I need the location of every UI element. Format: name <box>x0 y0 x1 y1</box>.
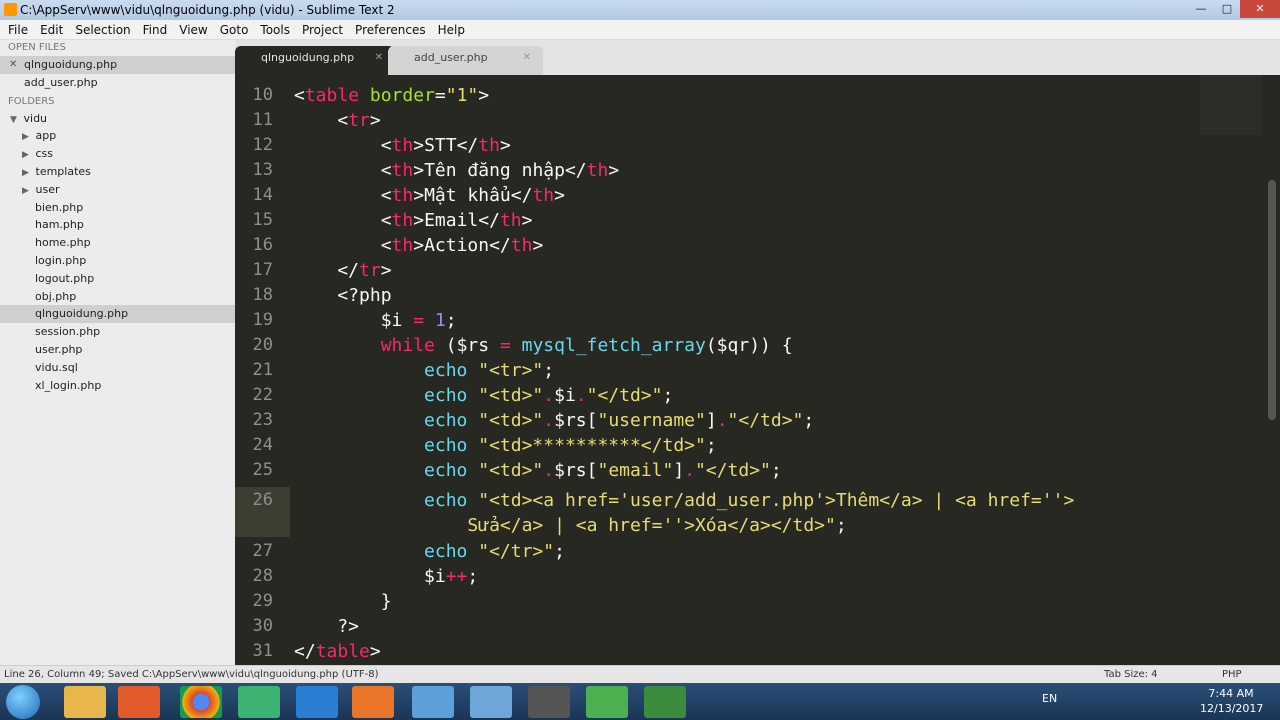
tab-close-icon[interactable]: ✕ <box>375 46 383 70</box>
windows-taskbar: EN 7:44 AM 12/13/2017 <box>0 683 1280 720</box>
file-item[interactable]: logout.php <box>0 270 235 288</box>
sidebar: OPEN FILES ✕ qlnguoidung.php add_user.ph… <box>0 40 235 665</box>
file-item[interactable]: session.php <box>0 323 235 341</box>
window-title: C:\AppServ\www\vidu\qlnguoidung.php (vid… <box>20 3 395 17</box>
camtasia-recorder-icon[interactable] <box>644 686 686 718</box>
tab-close-icon[interactable]: ✕ <box>523 46 531 70</box>
menu-view[interactable]: View <box>173 20 213 39</box>
start-button-icon[interactable] <box>6 685 40 719</box>
menu-file[interactable]: File <box>2 20 34 39</box>
menu-bar: File Edit Selection Find View Goto Tools… <box>0 20 1280 40</box>
menu-goto[interactable]: Goto <box>214 20 255 39</box>
folder-label: vidu <box>23 111 48 125</box>
file-item[interactable]: bien.php <box>0 199 235 217</box>
open-files-heading: OPEN FILES <box>8 42 66 53</box>
code-editor[interactable]: 10 <table border="1"> 11 <tr> 12 <th>STT<… <box>235 75 1280 665</box>
tab-qlnguoidung[interactable]: qlnguoidung.php ✕ <box>235 46 395 75</box>
app-green-icon[interactable] <box>238 686 280 718</box>
tab-size-indicator[interactable]: Tab Size: 4 <box>1104 666 1158 684</box>
menu-tools[interactable]: Tools <box>254 20 296 39</box>
clock-date: 12/13/2017 <box>1200 702 1264 715</box>
minimap[interactable] <box>1200 75 1262 135</box>
tab-label: qlnguoidung.php <box>261 51 355 64</box>
status-text: Line 26, Column 49; Saved C:\AppServ\www… <box>4 669 379 680</box>
folder-label: templates <box>35 164 91 178</box>
control-panel-icon[interactable] <box>470 686 512 718</box>
close-icon[interactable]: ✕ <box>1240 0 1280 18</box>
status-bar: Line 26, Column 49; Saved C:\AppServ\www… <box>0 665 1280 683</box>
folder-vidu[interactable]: ▼ vidu <box>0 110 235 128</box>
close-file-icon[interactable]: ✕ <box>9 56 17 74</box>
file-item[interactable]: vidu.sql <box>0 359 235 377</box>
menu-preferences[interactable]: Preferences <box>349 20 432 39</box>
file-item[interactable]: xl_login.php <box>0 377 235 395</box>
file-explorer-icon[interactable] <box>64 686 106 718</box>
tab-label: add_user.php <box>414 51 488 64</box>
clock[interactable]: 7:44 AM 12/13/2017 <box>1200 686 1264 716</box>
folder-label: app <box>35 129 57 143</box>
window-titlebar: C:\AppServ\www\vidu\qlnguoidung.php (vid… <box>0 0 1280 20</box>
folder-css[interactable]: ▶ css <box>0 145 235 163</box>
menu-edit[interactable]: Edit <box>34 20 69 39</box>
file-item[interactable]: home.php <box>0 234 235 252</box>
tab-add-user[interactable]: add_user.php ✕ <box>388 46 543 75</box>
folder-templates[interactable]: ▶ templates <box>0 163 235 181</box>
syntax-indicator[interactable]: PHP <box>1222 666 1242 684</box>
sublime-text-taskbar-icon[interactable] <box>528 686 570 718</box>
open-file-label: qlnguoidung.php <box>24 58 118 71</box>
file-item[interactable]: obj.php <box>0 288 235 306</box>
menu-selection[interactable]: Selection <box>69 20 136 39</box>
minimize-icon[interactable]: — <box>1188 0 1214 18</box>
file-item-selected[interactable]: qlnguoidung.php <box>0 305 235 324</box>
media-player-icon[interactable] <box>118 686 160 718</box>
folder-user[interactable]: ▶ user <box>0 181 235 199</box>
firefox-icon[interactable] <box>352 686 394 718</box>
menu-help[interactable]: Help <box>432 20 471 39</box>
chrome-icon[interactable] <box>180 686 222 718</box>
tab-bar: qlnguoidung.php ✕ add_user.php ✕ <box>235 40 1280 75</box>
open-file-add-user[interactable]: add_user.php <box>0 74 235 92</box>
language-indicator[interactable]: EN <box>1042 692 1057 705</box>
folders-heading: FOLDERS <box>8 95 55 107</box>
maximize-icon[interactable]: □ <box>1214 0 1240 18</box>
folder-app[interactable]: ▶ app <box>0 127 235 145</box>
file-item[interactable]: user.php <box>0 341 235 359</box>
internet-explorer-icon[interactable] <box>296 686 338 718</box>
camtasia-icon[interactable] <box>586 686 628 718</box>
menu-find[interactable]: Find <box>137 20 174 39</box>
clock-time: 7:44 AM <box>1208 687 1254 700</box>
editor-scrollbar[interactable] <box>1268 180 1276 420</box>
menu-project[interactable]: Project <box>296 20 349 39</box>
window-controls: — □ ✕ <box>1188 0 1280 20</box>
folder-label: css <box>35 147 54 161</box>
file-item[interactable]: ham.php <box>0 216 235 234</box>
sublime-app-icon <box>4 3 17 16</box>
network-app-icon[interactable] <box>412 686 454 718</box>
open-file-label: add_user.php <box>24 75 98 89</box>
file-item[interactable]: login.php <box>0 252 235 270</box>
open-file-qlnguoidung[interactable]: ✕ qlnguoidung.php <box>0 56 235 74</box>
folder-label: user <box>35 182 60 196</box>
